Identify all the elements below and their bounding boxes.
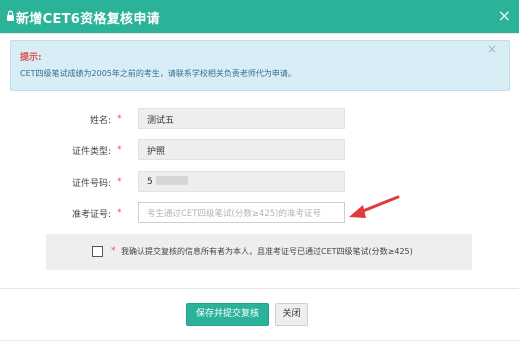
- name-label: 姓名:: [89, 116, 111, 126]
- required-mark: *: [117, 208, 122, 218]
- confirm-panel: * 我确认提交复核的信息所有者为本人，且准考证号已通过CET四级笔试(分数≥42…: [46, 234, 472, 270]
- ticket-number-input[interactable]: 考生通过CET四级笔试(分数≥425)的准考证号: [138, 202, 345, 223]
- alert-message: CET四级笔试成绩为2005年之前的考生，请联系学校相关负责老师代为申请。: [20, 69, 296, 78]
- form-row-name: 姓名: * 测试五: [0, 108, 519, 132]
- close-button[interactable]: 关闭: [275, 303, 308, 326]
- dialog-titlebar: 新增CET6资格复核申请 ×: [0, 0, 519, 33]
- close-icon[interactable]: ×: [498, 6, 511, 25]
- redacted-block: [155, 176, 188, 185]
- required-mark: *: [117, 177, 122, 187]
- id-type-label: 证件类型:: [71, 147, 111, 157]
- form-row-id-number: 证件号码: * 5: [0, 171, 519, 195]
- confirm-checkbox[interactable]: [92, 246, 103, 257]
- alert-title: 提示:: [20, 53, 42, 63]
- divider: [0, 288, 519, 289]
- name-field: 测试五: [138, 108, 345, 129]
- id-number-field: 5: [138, 171, 345, 192]
- id-number-label: 证件号码:: [71, 179, 111, 189]
- form-row-id-type: 证件类型: * 护照: [0, 139, 519, 163]
- save-submit-button[interactable]: 保存并提交复核: [186, 303, 269, 326]
- lock-icon: [7, 10, 14, 21]
- form-row-ticket: 准考证号: * 考生通过CET四级笔试(分数≥425)的准考证号: [0, 202, 519, 226]
- info-alert: 提示: CET四级笔试成绩为2005年之前的考生，请联系学校相关负责老师代为申请…: [10, 40, 510, 91]
- dialog-title: 新增CET6资格复核申请: [16, 12, 160, 27]
- confirm-text: 我确认提交复核的信息所有者为本人，且准考证号已通过CET四级笔试(分数≥425): [121, 247, 413, 256]
- required-mark: *: [117, 145, 122, 155]
- alert-close-icon[interactable]: ×: [487, 42, 497, 56]
- id-type-field: 护照: [138, 139, 345, 160]
- divider: [0, 340, 519, 341]
- ticket-label: 准考证号:: [71, 210, 111, 220]
- id-number-value: 5: [147, 177, 153, 187]
- required-mark: *: [111, 246, 116, 256]
- divider: [0, 33, 519, 34]
- required-mark: *: [117, 114, 122, 124]
